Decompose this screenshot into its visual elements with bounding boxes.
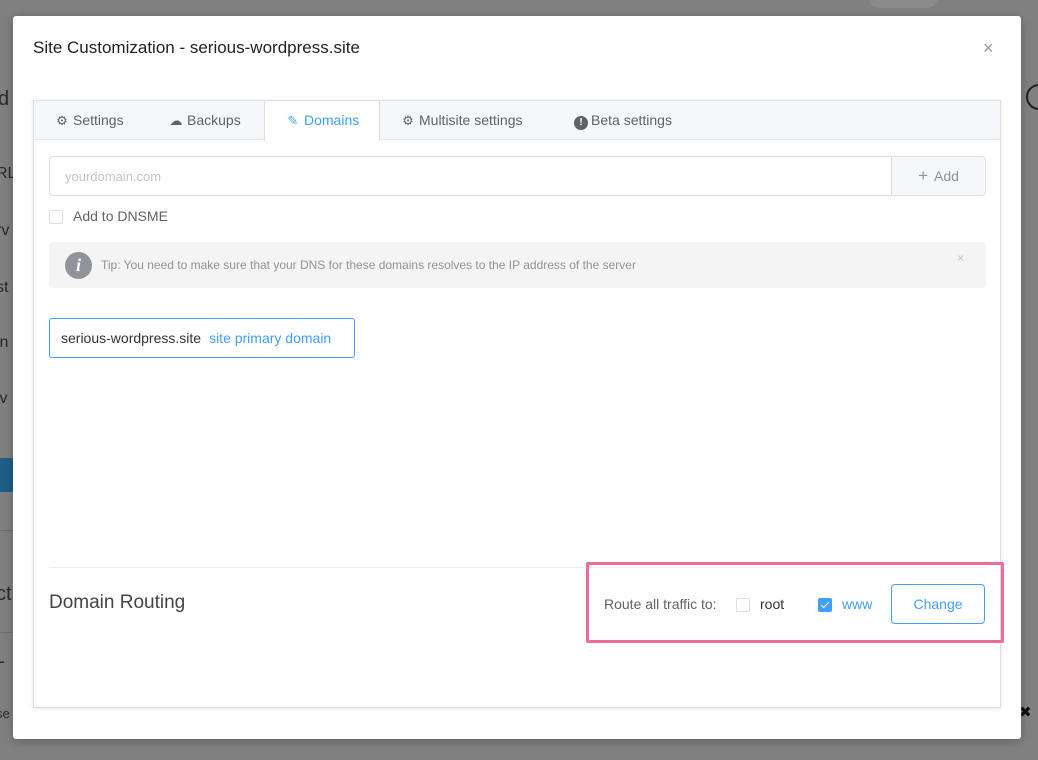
background-blue-button bbox=[0, 458, 14, 492]
add-button-label: Add bbox=[934, 168, 959, 184]
modal-close-icon[interactable]: × bbox=[983, 38, 994, 58]
www-checkbox[interactable] bbox=[818, 598, 832, 612]
modal-title: Site Customization - serious-wordpress.s… bbox=[33, 38, 360, 57]
tab-beta-settings[interactable]: ! Beta settings bbox=[574, 101, 672, 140]
tab-label: Domains bbox=[304, 112, 360, 128]
background-text: rv bbox=[0, 222, 10, 239]
tab-label: Multisite settings bbox=[419, 112, 523, 128]
change-button[interactable]: Change bbox=[891, 584, 985, 624]
dnsme-checkbox[interactable] bbox=[49, 210, 63, 224]
domain-input[interactable] bbox=[49, 156, 892, 196]
tab-bar: ⚙ Settings ☁ Backups ✎ Domains ⚙ Multisite s… bbox=[34, 101, 1000, 141]
primary-domain-badge: site primary domain bbox=[209, 330, 332, 346]
www-label[interactable]: www bbox=[842, 596, 872, 612]
plus-icon: + bbox=[918, 166, 928, 185]
background-text: se bbox=[0, 706, 10, 721]
tip-text: Tip: You need to make sure that your DNS… bbox=[101, 258, 636, 272]
tab-domains[interactable]: ✎ Domains bbox=[264, 101, 381, 141]
tip-close-icon[interactable]: × bbox=[957, 251, 964, 265]
root-checkbox[interactable] bbox=[736, 598, 750, 612]
background-divider bbox=[0, 632, 14, 633]
help-icon bbox=[1026, 84, 1038, 110]
edit-icon: ✎ bbox=[287, 113, 299, 128]
tab-multisite-settings[interactable]: ⚙ Multisite settings bbox=[400, 101, 522, 140]
tabs-panel: ⚙ Settings ☁ Backups ✎ Domains ⚙ Multisite s… bbox=[33, 100, 1001, 708]
cloud-upload-icon: ☁ bbox=[169, 113, 183, 128]
background-divider bbox=[0, 530, 14, 531]
background-text: ct bbox=[0, 583, 12, 605]
root-label[interactable]: root bbox=[760, 596, 784, 612]
domain-name: serious-wordpress.site bbox=[61, 330, 202, 346]
add-domain-button[interactable]: + Add bbox=[891, 156, 986, 196]
tab-backups[interactable]: ☁ Backups bbox=[168, 101, 241, 140]
background-text: in bbox=[0, 334, 9, 351]
background-button bbox=[868, 0, 938, 8]
background-text: d bbox=[0, 88, 10, 110]
tab-label: Settings bbox=[73, 112, 124, 128]
tip-alert: i Tip: You need to make sure that your D… bbox=[49, 242, 986, 288]
divider bbox=[49, 567, 986, 568]
exclamation-circle-icon: ! bbox=[574, 116, 588, 130]
site-customization-modal: Site Customization - serious-wordpress.s… bbox=[13, 16, 1021, 739]
background-text: lv bbox=[0, 390, 8, 407]
domain-routing-title: Domain Routing bbox=[49, 592, 186, 613]
route-traffic-label: Route all traffic to: bbox=[604, 596, 717, 612]
background-text: L bbox=[0, 650, 5, 666]
info-icon: i bbox=[65, 252, 92, 279]
tab-label: Backups bbox=[187, 112, 241, 128]
gear-icon: ⚙ bbox=[56, 113, 68, 128]
domain-tag[interactable]: serious-wordpress.site site primary domai… bbox=[49, 318, 355, 358]
background-text: st bbox=[0, 279, 9, 296]
tab-settings[interactable]: ⚙ Settings bbox=[54, 101, 124, 140]
tab-label: Beta settings bbox=[591, 112, 672, 128]
gear-icon: ⚙ bbox=[402, 113, 414, 128]
dnsme-label[interactable]: Add to DNSME bbox=[73, 208, 168, 224]
